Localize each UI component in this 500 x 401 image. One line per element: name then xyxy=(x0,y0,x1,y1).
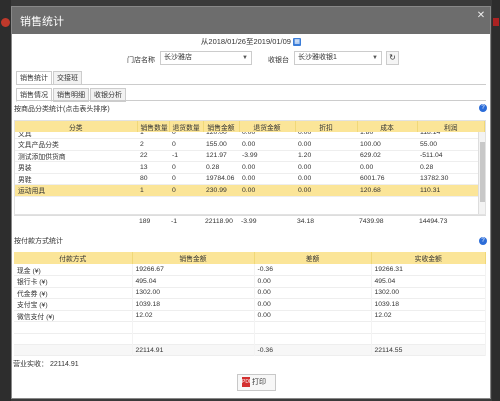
payment-table-grid: 付款方式 销售金额 差额 实收金额 现金 (¥) 19266.67 -0.36 192… xyxy=(14,252,486,356)
col-header-return-amount[interactable]: 退货金额 xyxy=(239,121,296,132)
table-row[interactable]: 文具产品分类 2 0 155.00 0.00 0.00 100.00 55.00 xyxy=(15,139,485,150)
total-return-qty: -1 xyxy=(171,218,178,226)
col-header-sold-qty[interactable]: 销售数量 xyxy=(137,121,170,132)
print-button[interactable]: PDF打印 xyxy=(237,374,276,391)
col-header-return-qty[interactable]: 退货数量 xyxy=(169,121,204,132)
col-header-payment-method[interactable]: 付款方式 xyxy=(14,252,133,264)
total-sales-amount: 22118.90 xyxy=(205,218,233,226)
subtab-divider xyxy=(16,100,486,101)
refresh-button[interactable]: ↻ xyxy=(386,51,399,65)
table-row[interactable]: 男鞋 80 0 19784.06 0.00 0.00 6001.76 13782.30 xyxy=(15,173,485,185)
top-tabs: 销售统计 交接班 xyxy=(16,71,83,85)
sales-stats-dialog: 销售统计 ✕ 从2018/01/26至2019/01/09 ▦ 门店名称 长沙雅… xyxy=(11,6,491,399)
filter-row: 门店名称 长沙雅店 ▼ 收银台 长沙雅收银1 ▼ ↻ xyxy=(12,51,490,67)
category-table-header-overlay: 分类 销售数量 退货数量 销售金额 退货金额 折扣 成本 利润 xyxy=(15,121,485,132)
empty-row xyxy=(14,321,486,333)
col-header-sales-amount[interactable]: 销售金额 xyxy=(203,121,240,132)
col-header-profit[interactable]: 利润 xyxy=(417,121,485,132)
net-revenue-label: 营业实收 xyxy=(13,361,41,368)
table-row[interactable]: 微信支付 (¥) 12.02 0.00 12.02 xyxy=(14,310,486,322)
date-range-text[interactable]: 从2018/01/26至2019/01/09 xyxy=(201,37,291,46)
calendar-icon[interactable]: ▦ xyxy=(293,38,302,47)
background-marker xyxy=(493,18,499,26)
print-label: 打印 xyxy=(252,379,266,386)
empty-row xyxy=(14,333,486,345)
table-row-selected[interactable]: 运动用具 1 0 230.99 0.00 0.00 120.68 110.31 xyxy=(15,184,485,196)
window-title: 销售统计 xyxy=(20,16,64,28)
col-header-discount[interactable]: 折扣 xyxy=(295,121,358,132)
help-icon[interactable]: ? xyxy=(479,104,487,112)
titlebar: 销售统计 ✕ xyxy=(12,7,490,34)
total-return-amount: -3.99 xyxy=(241,218,257,226)
register-label: 收银台 xyxy=(268,57,289,64)
app-logo-icon xyxy=(1,18,10,27)
col-header-payment-sales[interactable]: 销售金额 xyxy=(132,252,255,264)
refresh-icon: ↻ xyxy=(389,53,396,62)
sub-tabs: 销售情况 销售明细 收银分析 xyxy=(16,88,127,102)
table-row[interactable]: 男装 13 0 0.28 0.00 0.00 0.00 0.28 xyxy=(15,162,485,173)
table-row[interactable]: 银行卡 (¥) 495.04 0.00 495.04 xyxy=(14,275,486,287)
chevron-down-icon: ▼ xyxy=(242,55,248,61)
payment-table: 付款方式 销售金额 差额 实收金额 现金 (¥) 19266.67 -0.36 192… xyxy=(14,252,486,356)
vertical-scrollbar[interactable] xyxy=(478,132,485,214)
table-row[interactable]: 现金 (¥) 19266.67 -0.36 19266.31 xyxy=(14,264,486,276)
total-payment-received: 22114.55 xyxy=(371,344,486,356)
register-select-value: 长沙雅收银1 xyxy=(298,54,337,61)
col-header-category[interactable]: 分类 xyxy=(15,121,138,132)
category-table-caption: 按商品分类统计(点击表头排序) xyxy=(14,106,110,113)
date-range-row: 从2018/01/26至2019/01/09 ▦ xyxy=(12,36,490,47)
pdf-icon: PDF xyxy=(242,377,252,388)
register-select[interactable]: 长沙雅收银1 ▼ xyxy=(294,51,382,65)
col-header-payment-received[interactable]: 实收金额 xyxy=(371,252,486,264)
tab-divider xyxy=(16,84,486,85)
table-row[interactable]: 测试添加供货商 22 -1 121.97 -3.99 1.20 629.02 -511.04 xyxy=(15,150,485,162)
col-header-cost[interactable]: 成本 xyxy=(357,121,418,132)
category-table: 分类 销售数量 退货数量 销售金额 退货金额 折扣 成本 利润 文具10120.… xyxy=(14,120,486,215)
table-row[interactable]: 支付宝 (¥) 1039.18 0.00 1039.18 xyxy=(14,298,486,310)
scrollbar-thumb[interactable] xyxy=(480,142,485,202)
total-profit: 14494.73 xyxy=(419,218,448,226)
total-payment-diff: -0.36 xyxy=(254,344,372,356)
background-app-right xyxy=(492,0,500,401)
payment-table-caption: 按付款方式统计 xyxy=(14,238,63,245)
store-select[interactable]: 长沙雅店 ▼ xyxy=(160,51,252,65)
store-label: 门店名称 xyxy=(127,57,155,64)
category-table-totals: 189 -1 22118.90 -3.99 34.18 7439.98 1449… xyxy=(14,215,486,228)
background-app-left xyxy=(0,0,11,401)
help-icon[interactable]: ? xyxy=(479,237,487,245)
total-sold-qty: 189 xyxy=(139,218,151,226)
net-revenue: 营业实收： 22114.91 xyxy=(13,361,79,368)
chevron-down-icon: ▼ xyxy=(372,55,378,61)
store-select-value: 长沙雅店 xyxy=(164,54,192,61)
col-header-payment-diff[interactable]: 差额 xyxy=(254,252,372,264)
total-payment-sales: 22114.91 xyxy=(132,344,255,356)
table-row[interactable]: 代金券 (¥) 1302.00 0.00 1302.00 xyxy=(14,287,486,299)
tab-sales-stats[interactable]: 销售统计 xyxy=(16,71,52,85)
net-revenue-value: 22114.91 xyxy=(49,361,79,368)
category-table-body: 文具 1 0 120.00 0.00 0.00 1.80 118.14 文具产品分类 2 0 155… xyxy=(15,127,485,197)
tab-handover[interactable]: 交接班 xyxy=(53,71,82,85)
total-discount: 34.18 xyxy=(297,218,315,226)
close-icon[interactable]: ✕ xyxy=(475,10,487,22)
total-cost: 7439.98 xyxy=(359,218,384,226)
payment-totals-row: 22114.91 -0.36 22114.55 xyxy=(14,344,486,356)
